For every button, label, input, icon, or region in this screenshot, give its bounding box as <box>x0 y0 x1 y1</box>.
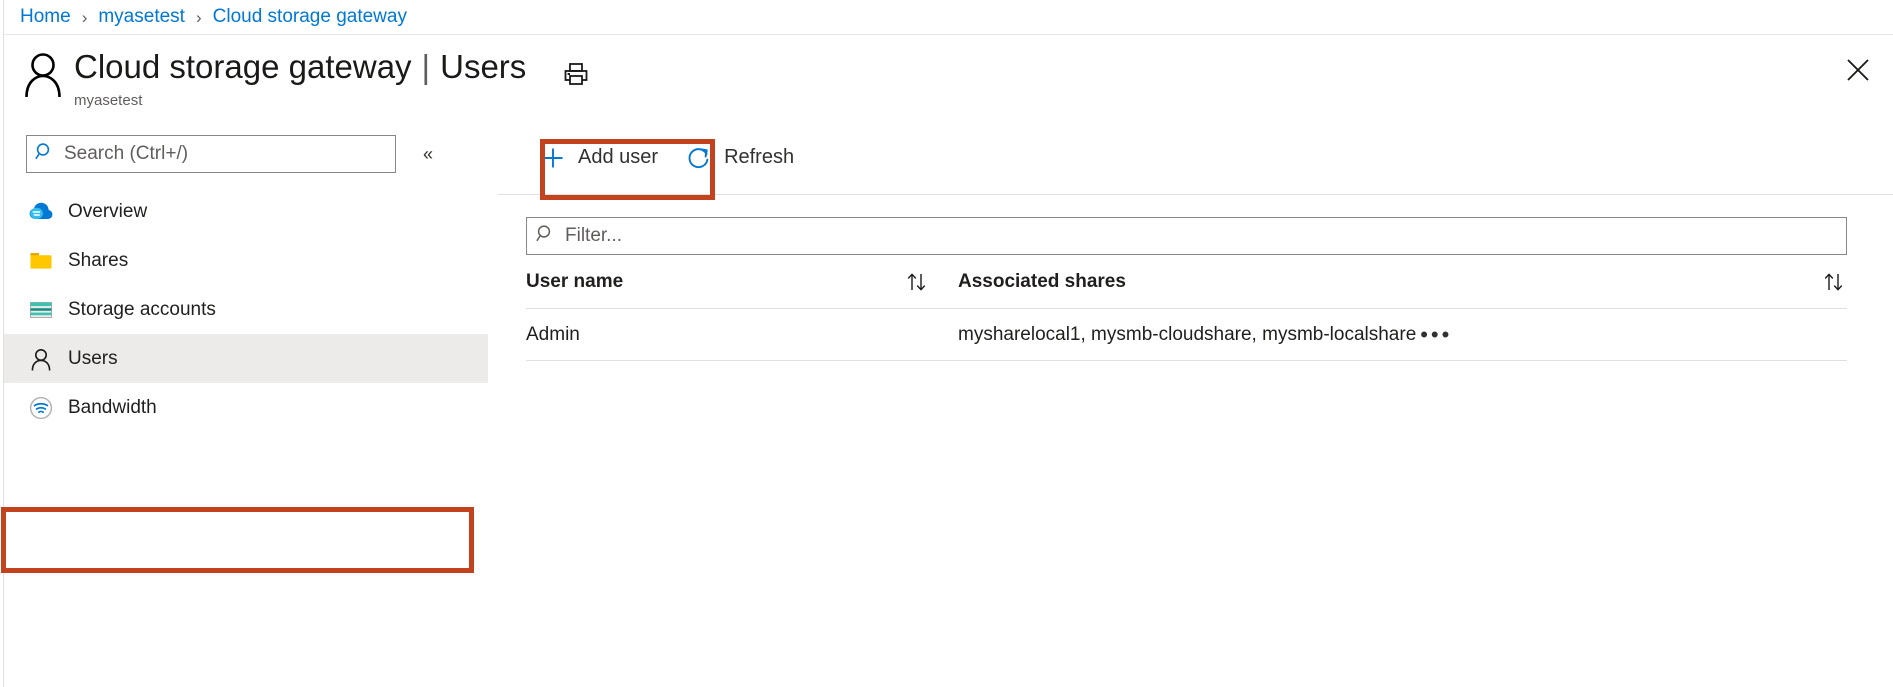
page-title-resource: Cloud storage gateway <box>74 48 412 85</box>
chevron-double-left-icon[interactable]: « <box>413 139 443 169</box>
search-icon <box>35 142 54 166</box>
sidebar-item-label: Users <box>68 347 118 369</box>
breadcrumb-item-home[interactable]: Home <box>20 6 71 28</box>
page-title-separator: | <box>421 48 431 85</box>
page-title-group: Cloud storage gateway | Users myasetest <box>74 47 526 109</box>
filter-row <box>498 195 1893 255</box>
table-row[interactable]: Admin mysharelocal1, mysmb-cloudshare, m… <box>526 309 1847 361</box>
breadcrumb-separator-icon: › <box>195 7 202 27</box>
search-input[interactable] <box>62 142 387 166</box>
refresh-button[interactable]: Refresh <box>672 136 808 180</box>
breadcrumb-item-cloud-storage-gateway[interactable]: Cloud storage gateway <box>213 6 407 28</box>
command-toolbar: Add user Refresh <box>498 121 1893 200</box>
blade-body: « Overview <box>1 121 1893 687</box>
filter-input[interactable] <box>563 224 1837 248</box>
cloud-icon <box>28 199 54 225</box>
column-header-associated-shares[interactable]: Associated shares <box>958 271 1847 293</box>
sidebar-search-row: « <box>4 135 488 173</box>
users-table: User name Associated shares Admin myshar… <box>498 255 1893 361</box>
refresh-icon <box>686 145 712 171</box>
user-name-value: Admin <box>526 323 580 345</box>
search-icon <box>536 224 555 248</box>
breadcrumb-item-myasetest[interactable]: myasetest <box>98 6 185 28</box>
column-header-user-name[interactable]: User name <box>526 271 958 293</box>
annotation-highlight-users-nav <box>1 507 474 573</box>
azure-portal-blade: Home › myasetest › Cloud storage gateway… <box>1 0 1893 687</box>
plus-icon <box>540 145 566 171</box>
sidebar-item-bandwidth[interactable]: Bandwidth <box>4 383 488 432</box>
page-title-section: Users <box>440 48 527 85</box>
add-user-button[interactable]: Add user <box>526 136 672 180</box>
sidebar-item-label: Shares <box>68 249 129 271</box>
sidebar-item-label: Overview <box>68 200 148 222</box>
printer-icon[interactable] <box>561 59 591 89</box>
cell-associated-shares: mysharelocal1, mysmb-cloudshare, mysmb-l… <box>958 323 1847 346</box>
breadcrumb: Home › myasetest › Cloud storage gateway <box>4 0 1893 35</box>
sidebar-item-storage-accounts[interactable]: Storage accounts <box>4 285 488 334</box>
table-header-row: User name Associated shares <box>526 255 1847 309</box>
resource-name-subtitle: myasetest <box>74 92 143 109</box>
cell-user-name: Admin <box>526 324 958 346</box>
person-icon <box>28 346 54 372</box>
left-navigation-pane: « Overview <box>1 121 488 687</box>
storage-account-icon <box>28 297 54 323</box>
folder-icon <box>28 248 54 274</box>
person-icon <box>20 49 66 99</box>
bandwidth-wifi-icon <box>28 395 54 421</box>
add-user-label: Add user <box>578 146 659 168</box>
more-options-icon[interactable]: ••• <box>1416 323 1456 345</box>
column-header-label: Associated shares <box>958 270 1126 292</box>
sidebar-item-users[interactable]: Users <box>4 334 488 383</box>
sidebar-item-label: Bandwidth <box>68 396 157 418</box>
breadcrumb-separator-icon: › <box>81 7 88 27</box>
filter-input-wrapper[interactable] <box>526 217 1847 255</box>
blade-title-bar: Cloud storage gateway | Users myasetest <box>4 35 1893 121</box>
associated-shares-value: mysharelocal1, mysmb-cloudshare, mysmb-l… <box>958 323 1417 345</box>
page-title: Cloud storage gateway | Users <box>74 47 526 87</box>
close-icon[interactable] <box>1841 53 1875 87</box>
search-input-wrapper[interactable] <box>26 135 396 173</box>
sidebar-item-shares[interactable]: Shares <box>4 236 488 285</box>
refresh-label: Refresh <box>724 146 795 168</box>
sort-updown-icon[interactable] <box>904 271 930 293</box>
sort-updown-icon[interactable] <box>1821 271 1847 293</box>
sidebar-nav-list: Overview Shares Storage accounts Users B… <box>4 187 488 432</box>
sidebar-item-label: Storage accounts <box>68 298 216 320</box>
main-content-pane: Add user Refresh Filter... User name Ass… <box>488 121 1893 687</box>
sidebar-item-overview[interactable]: Overview <box>4 187 488 236</box>
column-header-label: User name <box>526 270 624 292</box>
